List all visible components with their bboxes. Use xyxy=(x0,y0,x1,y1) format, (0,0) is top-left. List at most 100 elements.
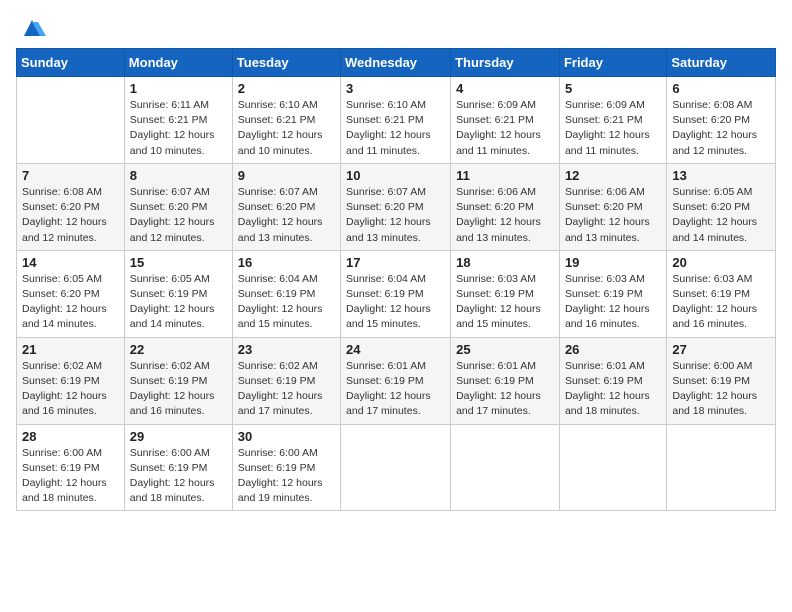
day-cell: 29Sunrise: 6:00 AMSunset: 6:19 PMDayligh… xyxy=(124,424,232,511)
week-row-1: 1 Sunrise: 6:11 AMSunset: 6:21 PMDaylight… xyxy=(17,77,776,164)
day-info: Sunrise: 6:01 AMSunset: 6:19 PMDaylight:… xyxy=(565,359,661,420)
day-cell: 22 Sunrise: 6:02 AMSunset: 6:19 PMDayligh… xyxy=(124,337,232,424)
day-number: 13 xyxy=(672,168,770,183)
logo-icon xyxy=(18,14,46,42)
day-info: Sunrise: 6:09 AMSunset: 6:21 PMDaylight:… xyxy=(456,98,554,159)
day-cell xyxy=(341,424,451,511)
day-number: 14 xyxy=(22,255,119,270)
day-info: Sunrise: 6:03 AMSunset: 6:19 PMDaylight:… xyxy=(456,272,554,333)
week-row-3: 14 Sunrise: 6:05 AMSunset: 6:20 PMDayligh… xyxy=(17,250,776,337)
day-cell: 15 Sunrise: 6:05 AMSunset: 6:19 PMDayligh… xyxy=(124,250,232,337)
col-header-friday: Friday xyxy=(559,49,666,77)
day-info: Sunrise: 6:01 AMSunset: 6:19 PMDaylight:… xyxy=(346,359,445,420)
day-cell: 19 Sunrise: 6:03 AMSunset: 6:19 PMDayligh… xyxy=(559,250,666,337)
day-number: 8 xyxy=(130,168,227,183)
day-cell: 3 Sunrise: 6:10 AMSunset: 6:21 PMDaylight… xyxy=(341,77,451,164)
day-info: Sunrise: 6:01 AMSunset: 6:19 PMDaylight:… xyxy=(456,359,554,420)
day-info: Sunrise: 6:04 AMSunset: 6:19 PMDaylight:… xyxy=(346,272,445,333)
day-cell: 8 Sunrise: 6:07 AMSunset: 6:20 PMDaylight… xyxy=(124,163,232,250)
day-cell: 21 Sunrise: 6:02 AMSunset: 6:19 PMDayligh… xyxy=(17,337,125,424)
day-info: Sunrise: 6:00 AMSunset: 6:19 PMDaylight:… xyxy=(22,446,119,507)
day-number: 25 xyxy=(456,342,554,357)
day-cell: 26 Sunrise: 6:01 AMSunset: 6:19 PMDayligh… xyxy=(559,337,666,424)
day-cell: 25 Sunrise: 6:01 AMSunset: 6:19 PMDayligh… xyxy=(451,337,560,424)
day-info: Sunrise: 6:08 AMSunset: 6:20 PMDaylight:… xyxy=(22,185,119,246)
day-number: 18 xyxy=(456,255,554,270)
day-info: Sunrise: 6:06 AMSunset: 6:20 PMDaylight:… xyxy=(456,185,554,246)
day-cell: 20 Sunrise: 6:03 AMSunset: 6:19 PMDayligh… xyxy=(667,250,776,337)
day-cell: 1 Sunrise: 6:11 AMSunset: 6:21 PMDaylight… xyxy=(124,77,232,164)
day-info: Sunrise: 6:11 AMSunset: 6:21 PMDaylight:… xyxy=(130,98,227,159)
day-info: Sunrise: 6:07 AMSunset: 6:20 PMDaylight:… xyxy=(346,185,445,246)
day-cell: 5Sunrise: 6:09 AMSunset: 6:21 PMDaylight… xyxy=(559,77,666,164)
day-number: 9 xyxy=(238,168,335,183)
day-info: Sunrise: 6:05 AMSunset: 6:19 PMDaylight:… xyxy=(130,272,227,333)
day-number: 21 xyxy=(22,342,119,357)
logo xyxy=(16,14,46,42)
day-number: 11 xyxy=(456,168,554,183)
day-info: Sunrise: 6:05 AMSunset: 6:20 PMDaylight:… xyxy=(672,185,770,246)
day-info: Sunrise: 6:10 AMSunset: 6:21 PMDaylight:… xyxy=(346,98,445,159)
day-cell: 18 Sunrise: 6:03 AMSunset: 6:19 PMDayligh… xyxy=(451,250,560,337)
day-cell xyxy=(667,424,776,511)
day-number: 19 xyxy=(565,255,661,270)
calendar-table: SundayMondayTuesdayWednesdayThursdayFrid… xyxy=(16,48,776,511)
day-number: 29 xyxy=(130,429,227,444)
day-info: Sunrise: 6:02 AMSunset: 6:19 PMDaylight:… xyxy=(130,359,227,420)
week-row-4: 21 Sunrise: 6:02 AMSunset: 6:19 PMDayligh… xyxy=(17,337,776,424)
day-cell: 12 Sunrise: 6:06 AMSunset: 6:20 PMDayligh… xyxy=(559,163,666,250)
day-cell: 28 Sunrise: 6:00 AMSunset: 6:19 PMDayligh… xyxy=(17,424,125,511)
day-number: 10 xyxy=(346,168,445,183)
col-header-thursday: Thursday xyxy=(451,49,560,77)
header xyxy=(16,10,776,42)
day-number: 2 xyxy=(238,81,335,96)
day-cell: 27Sunrise: 6:00 AMSunset: 6:19 PMDayligh… xyxy=(667,337,776,424)
day-info: Sunrise: 6:07 AMSunset: 6:20 PMDaylight:… xyxy=(130,185,227,246)
day-cell: 14 Sunrise: 6:05 AMSunset: 6:20 PMDayligh… xyxy=(17,250,125,337)
calendar-header-row: SundayMondayTuesdayWednesdayThursdayFrid… xyxy=(17,49,776,77)
day-number: 26 xyxy=(565,342,661,357)
day-cell: 16Sunrise: 6:04 AMSunset: 6:19 PMDayligh… xyxy=(232,250,340,337)
col-header-sunday: Sunday xyxy=(17,49,125,77)
day-cell: 10 Sunrise: 6:07 AMSunset: 6:20 PMDayligh… xyxy=(341,163,451,250)
day-number: 20 xyxy=(672,255,770,270)
day-info: Sunrise: 6:08 AMSunset: 6:20 PMDaylight:… xyxy=(672,98,770,159)
day-info: Sunrise: 6:07 AMSunset: 6:20 PMDaylight:… xyxy=(238,185,335,246)
col-header-tuesday: Tuesday xyxy=(232,49,340,77)
day-number: 12 xyxy=(565,168,661,183)
day-number: 24 xyxy=(346,342,445,357)
day-cell: 11 Sunrise: 6:06 AMSunset: 6:20 PMDayligh… xyxy=(451,163,560,250)
day-cell: 17Sunrise: 6:04 AMSunset: 6:19 PMDayligh… xyxy=(341,250,451,337)
day-number: 6 xyxy=(672,81,770,96)
day-cell: 23Sunrise: 6:02 AMSunset: 6:19 PMDayligh… xyxy=(232,337,340,424)
day-info: Sunrise: 6:09 AMSunset: 6:21 PMDaylight:… xyxy=(565,98,661,159)
day-cell: 24 Sunrise: 6:01 AMSunset: 6:19 PMDayligh… xyxy=(341,337,451,424)
page: SundayMondayTuesdayWednesdayThursdayFrid… xyxy=(0,0,792,612)
day-info: Sunrise: 6:06 AMSunset: 6:20 PMDaylight:… xyxy=(565,185,661,246)
day-info: Sunrise: 6:02 AMSunset: 6:19 PMDaylight:… xyxy=(238,359,335,420)
day-number: 30 xyxy=(238,429,335,444)
day-number: 22 xyxy=(130,342,227,357)
day-cell xyxy=(17,77,125,164)
day-cell: 6 Sunrise: 6:08 AMSunset: 6:20 PMDaylight… xyxy=(667,77,776,164)
col-header-monday: Monday xyxy=(124,49,232,77)
day-cell xyxy=(451,424,560,511)
day-info: Sunrise: 6:00 AMSunset: 6:19 PMDaylight:… xyxy=(672,359,770,420)
day-number: 4 xyxy=(456,81,554,96)
day-cell: 2 Sunrise: 6:10 AMSunset: 6:21 PMDaylight… xyxy=(232,77,340,164)
day-number: 7 xyxy=(22,168,119,183)
day-info: Sunrise: 6:03 AMSunset: 6:19 PMDaylight:… xyxy=(565,272,661,333)
day-cell: 7 Sunrise: 6:08 AMSunset: 6:20 PMDaylight… xyxy=(17,163,125,250)
day-number: 1 xyxy=(130,81,227,96)
day-info: Sunrise: 6:02 AMSunset: 6:19 PMDaylight:… xyxy=(22,359,119,420)
day-info: Sunrise: 6:10 AMSunset: 6:21 PMDaylight:… xyxy=(238,98,335,159)
day-number: 15 xyxy=(130,255,227,270)
day-cell: 4 Sunrise: 6:09 AMSunset: 6:21 PMDaylight… xyxy=(451,77,560,164)
day-cell: 30Sunrise: 6:00 AMSunset: 6:19 PMDayligh… xyxy=(232,424,340,511)
day-info: Sunrise: 6:04 AMSunset: 6:19 PMDaylight:… xyxy=(238,272,335,333)
day-info: Sunrise: 6:05 AMSunset: 6:20 PMDaylight:… xyxy=(22,272,119,333)
col-header-wednesday: Wednesday xyxy=(341,49,451,77)
day-number: 28 xyxy=(22,429,119,444)
day-number: 3 xyxy=(346,81,445,96)
day-info: Sunrise: 6:03 AMSunset: 6:19 PMDaylight:… xyxy=(672,272,770,333)
